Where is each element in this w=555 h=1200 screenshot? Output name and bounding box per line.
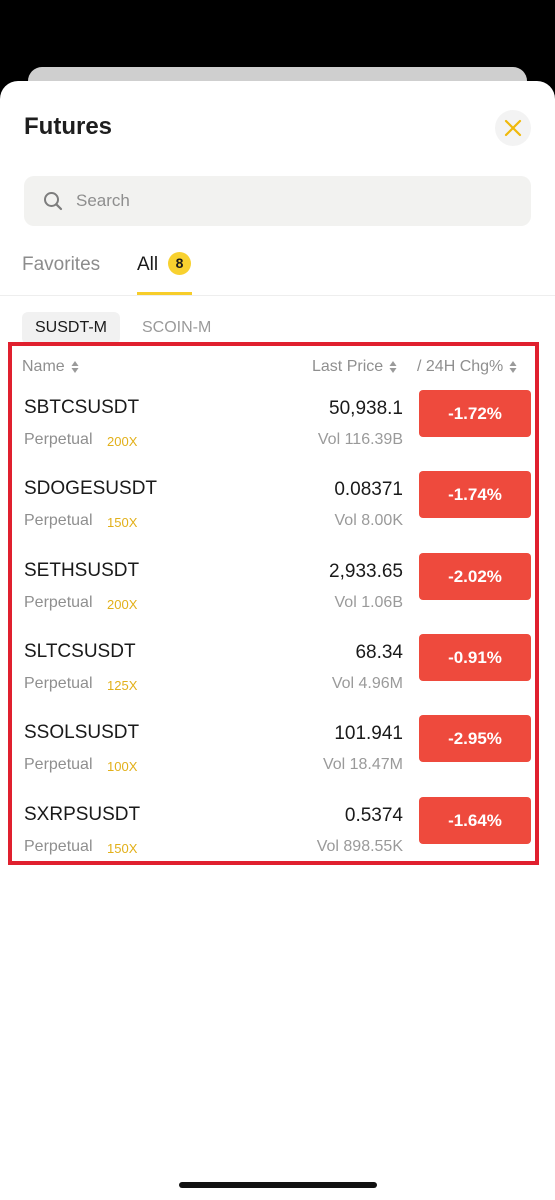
tab-favorites[interactable]: Favorites	[22, 254, 100, 276]
search-icon	[42, 190, 64, 212]
close-button[interactable]	[495, 110, 531, 146]
count-badge: 8	[168, 252, 191, 275]
search-input[interactable]: Search	[24, 176, 531, 226]
home-indicator	[179, 1182, 377, 1188]
search-placeholder: Search	[76, 191, 130, 210]
close-icon	[504, 119, 522, 137]
highlight-frame	[8, 342, 539, 865]
subtab-scoin-m[interactable]: SCOIN-M	[142, 312, 211, 344]
futures-sheet: Futures Search Favorites All 8 SUSDT-M S…	[0, 81, 555, 1200]
tabs-divider	[0, 295, 555, 296]
tab-all[interactable]: All	[137, 254, 158, 276]
subtab-susdt-m[interactable]: SUSDT-M	[22, 312, 120, 344]
page-title: Futures	[24, 113, 113, 140]
